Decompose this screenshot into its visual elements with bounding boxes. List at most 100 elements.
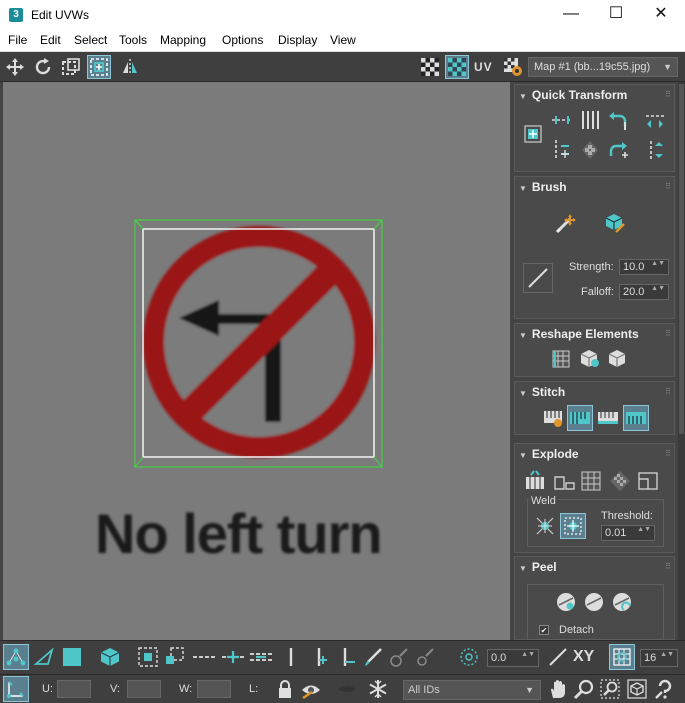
xy-toggle[interactable]: XY [573, 648, 594, 666]
weld-selected-button[interactable] [532, 513, 558, 539]
v-coordinate-field[interactable] [127, 680, 161, 698]
align-vertical-button[interactable] [549, 137, 575, 163]
scale-tool-button[interactable] [59, 55, 83, 79]
detach-checkbox[interactable]: ✔ [539, 625, 549, 635]
reset-peel-button[interactable] [609, 589, 635, 615]
paint-move-button[interactable] [553, 210, 579, 236]
close-button[interactable]: ✕ [638, 0, 684, 30]
threshold-spinner[interactable]: 0.01 ▲▼ [601, 525, 655, 541]
menu-edit[interactable]: Edit [40, 33, 61, 47]
ring-selection-button[interactable] [191, 644, 217, 670]
mirror-tool-button[interactable] [118, 55, 142, 79]
straighten-selection-button[interactable] [548, 346, 574, 372]
stitch-header[interactable]: ▼ Stitch [519, 385, 565, 399]
peel-mode-button[interactable] [581, 589, 607, 615]
explode-header[interactable]: ▼ Explode [519, 447, 579, 461]
stitch-custom-button[interactable] [540, 405, 566, 431]
pan-button[interactable] [545, 676, 571, 702]
menu-options[interactable]: Options [222, 33, 263, 47]
lock-selection-button[interactable] [272, 676, 298, 702]
shrink-brush-button[interactable] [412, 644, 438, 670]
shrink-ring-button[interactable] [248, 644, 274, 670]
zoom-region-button[interactable] [597, 676, 623, 702]
texture-preview [134, 219, 383, 468]
strength-spinner[interactable]: 10.0 ▲▼ [619, 259, 669, 275]
align-horizontal-button[interactable] [549, 107, 575, 133]
align-center-button[interactable] [520, 121, 546, 147]
soft-selection-button[interactable] [456, 644, 482, 670]
falloff-spinner[interactable]: 20.0 ▲▼ [619, 284, 669, 300]
pixel-size-spinner[interactable]: 16 ▲▼ [640, 649, 678, 667]
panel-scrollbar[interactable] [678, 82, 685, 640]
paint-select-button[interactable] [360, 644, 386, 670]
absolute-offset-toggle[interactable] [3, 676, 29, 702]
rotate-ccw-button[interactable] [605, 107, 631, 133]
flatten-by-material-button[interactable] [635, 468, 661, 494]
brush-header[interactable]: ▼ Brush [519, 180, 567, 194]
space-vertical-button[interactable] [577, 137, 603, 163]
show-map-button[interactable] [445, 55, 469, 79]
reshape-elements-header[interactable]: ▼ Reshape Elements [519, 327, 639, 341]
pixel-snap-button[interactable] [609, 644, 635, 670]
flip-horizontal-button[interactable] [642, 107, 668, 133]
edge-select-button[interactable] [31, 644, 57, 670]
stitch-average-button[interactable] [595, 405, 621, 431]
relax-button[interactable] [604, 346, 630, 372]
maximize-button[interactable]: ☐ [593, 0, 639, 30]
flatten-by-polygon-button[interactable] [578, 468, 604, 494]
enlarge-brush-button[interactable] [386, 644, 412, 670]
rotate-angle-button[interactable] [545, 644, 571, 670]
menu-mapping[interactable]: Mapping [160, 33, 206, 47]
menu-tools[interactable]: Tools [119, 33, 147, 47]
help-button[interactable] [652, 676, 678, 702]
u-coordinate-field[interactable] [57, 680, 91, 698]
quick-peel-button[interactable] [553, 589, 579, 615]
freeform-tool-button[interactable] [87, 55, 111, 79]
zoom-button[interactable] [571, 676, 597, 702]
shrink-loop-button[interactable] [334, 644, 360, 670]
texture-settings-button[interactable] [501, 55, 525, 79]
polygon-select-button[interactable] [59, 644, 85, 670]
material-ids-dropdown[interactable]: All IDs ▼ [403, 680, 541, 700]
flip-vertical-button[interactable] [642, 137, 668, 163]
flatten-by-smoothing-button[interactable] [607, 468, 633, 494]
rotate-icon [35, 58, 51, 75]
freeze-selection-button[interactable] [365, 676, 391, 702]
loop-selection-button[interactable] [278, 644, 304, 670]
menu-select[interactable]: Select [74, 33, 107, 47]
move-tool-button[interactable] [3, 55, 27, 79]
menu-display[interactable]: Display [278, 33, 317, 47]
grow-selection-button[interactable] [135, 644, 161, 670]
quick-transform-header[interactable]: ▼ Quick Transform [519, 88, 627, 102]
peel-header[interactable]: ▼ Peel [519, 560, 557, 574]
stitch-to-source-button[interactable] [567, 405, 593, 431]
menu-file[interactable]: File [8, 33, 27, 47]
weld-target-button[interactable] [560, 513, 586, 539]
space-horizontal-button[interactable] [577, 107, 603, 133]
hide-unselected-button[interactable] [334, 676, 360, 702]
shrink-selection-button[interactable] [161, 644, 187, 670]
menu-view[interactable]: View [330, 33, 356, 47]
hide-selection-button[interactable] [298, 676, 324, 702]
minimize-button[interactable]: — [548, 0, 594, 30]
rotate-tool-button[interactable] [31, 55, 55, 79]
scrollbar-thumb[interactable] [679, 84, 684, 434]
relax-until-flat-button[interactable] [576, 346, 602, 372]
element-select-button[interactable] [97, 644, 123, 670]
break-button[interactable] [522, 468, 548, 494]
detach-edge-button[interactable] [551, 468, 577, 494]
angle-spinner[interactable]: 0.0 ▲▼ [487, 649, 539, 667]
w-coordinate-field[interactable] [197, 680, 231, 698]
map-dropdown[interactable]: Map #1 (bb...19c55.jpg) ▼ [528, 57, 678, 77]
rotate-cw-button[interactable] [605, 137, 631, 163]
stitch-to-target-button[interactable] [623, 405, 649, 431]
grow-ring-button[interactable] [220, 644, 246, 670]
relax-brush-button[interactable] [601, 210, 627, 236]
uv-editor-viewport[interactable]: No left turn [3, 82, 510, 640]
falloff-type-button[interactable] [523, 263, 553, 293]
grow-loop-button[interactable] [308, 644, 334, 670]
checker-toggle-button[interactable] [418, 55, 442, 79]
uv-axis-toggle[interactable]: UV [474, 60, 493, 74]
vertex-select-button[interactable] [3, 644, 29, 670]
zoom-extents-button[interactable] [624, 676, 650, 702]
